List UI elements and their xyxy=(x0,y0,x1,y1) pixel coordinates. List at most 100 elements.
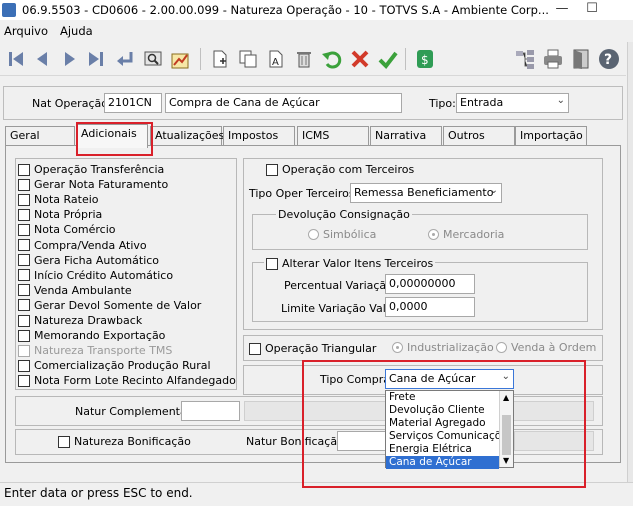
flag-label: Início Crédito Automático xyxy=(34,268,174,282)
checkbox[interactable] xyxy=(18,254,30,267)
confirm-icon[interactable] xyxy=(376,47,400,71)
radio-button[interactable] xyxy=(308,229,319,240)
tab-atualizacoes[interactable]: Atualizações xyxy=(150,126,224,145)
app-icon xyxy=(2,3,16,17)
search-icon[interactable] xyxy=(141,47,165,71)
copy-record-icon[interactable] xyxy=(236,47,260,71)
nat-operacao-code-field[interactable]: 2101CN xyxy=(104,93,162,113)
percentual-variacao-field[interactable]: 0,00000000 xyxy=(385,274,475,294)
percentual-variacao-label: Percentual Variação: xyxy=(284,279,397,292)
radio-button[interactable] xyxy=(496,342,507,353)
nat-operacao-desc-field[interactable]: Compra de Cana de Açúcar xyxy=(165,93,402,113)
last-record-icon[interactable] xyxy=(84,47,108,71)
checkbox[interactable] xyxy=(18,208,30,221)
flag-check-13[interactable]: Comercialização Produção Rural xyxy=(18,358,211,373)
flag-label: Gerar Nota Faturamento xyxy=(34,178,169,192)
natur-complementar-field[interactable] xyxy=(181,401,240,421)
tab-importacao[interactable]: Importação xyxy=(515,126,587,145)
operacao-terceiros-check[interactable]: Operação com Terceiros xyxy=(266,162,414,177)
delete-icon[interactable] xyxy=(292,47,316,71)
radio-button[interactable] xyxy=(428,229,439,240)
svg-text:$: $ xyxy=(421,53,429,67)
toolbar: A $ ? xyxy=(0,42,626,76)
checkbox[interactable] xyxy=(18,239,30,251)
right-scrollbar[interactable] xyxy=(627,42,633,482)
first-record-icon[interactable] xyxy=(4,47,28,71)
radio-industrializacao[interactable]: Industrialização xyxy=(392,341,494,354)
checkbox[interactable] xyxy=(18,223,30,236)
flag-check-4[interactable]: Nota Comércio xyxy=(18,222,116,237)
highlight-compra-box xyxy=(302,360,586,488)
previous-record-icon[interactable] xyxy=(30,47,54,71)
menu-ajuda[interactable]: Ajuda xyxy=(60,24,93,38)
flag-check-5[interactable]: Compra/Venda Ativo xyxy=(18,238,147,253)
flag-check-9[interactable]: Gerar Devol Somente de Valor xyxy=(18,298,201,313)
checkbox[interactable] xyxy=(18,163,30,176)
alterar-valor-check[interactable]: Alterar Valor Itens Terceiros xyxy=(264,256,436,271)
checkbox xyxy=(18,344,30,357)
tipo-select[interactable]: Entrada ⌄ xyxy=(456,93,569,113)
checkbox[interactable] xyxy=(18,314,30,327)
minimize-button[interactable]: — xyxy=(547,0,577,20)
operacao-triangular-label: Operação Triangular xyxy=(265,342,377,355)
exit-icon[interactable] xyxy=(569,47,593,71)
flag-check-1[interactable]: Gerar Nota Faturamento xyxy=(18,177,168,192)
flag-label: Operação Transferência xyxy=(34,163,165,176)
checkbox[interactable] xyxy=(18,193,30,206)
cancel-icon[interactable] xyxy=(348,47,372,71)
flag-check-8[interactable]: Venda Ambulante xyxy=(18,283,132,298)
new-record-icon[interactable] xyxy=(208,47,232,71)
flag-label: Natureza Drawback xyxy=(34,314,143,327)
checkbox[interactable] xyxy=(266,163,278,176)
tab-outros[interactable]: Outros xyxy=(443,126,515,145)
next-record-icon[interactable] xyxy=(58,47,82,71)
flag-check-3[interactable]: Nota Própria xyxy=(18,207,102,222)
flag-check-7[interactable]: Início Crédito Automático xyxy=(18,268,173,283)
natureza-bonificacao-check[interactable]: Natureza Bonificação xyxy=(58,434,191,449)
limite-variacao-field[interactable]: 0,0000 xyxy=(385,297,475,317)
maximize-button[interactable]: ☐ xyxy=(577,0,607,20)
checkbox[interactable] xyxy=(18,299,30,312)
radio-venda-ordem[interactable]: Venda à Ordem xyxy=(496,341,596,354)
radio-industrializacao-label: Industrialização xyxy=(407,341,494,354)
svg-text:A: A xyxy=(272,57,279,68)
goto-icon[interactable] xyxy=(112,47,136,71)
checkbox[interactable] xyxy=(18,269,30,282)
operacao-triangular-check[interactable]: Operação Triangular xyxy=(249,341,376,356)
tab-narrativa[interactable]: Narrativa xyxy=(370,126,442,145)
tree-icon[interactable] xyxy=(513,47,537,71)
radio-mercadoria[interactable]: Mercadoria xyxy=(428,228,504,241)
radio-simbolica[interactable]: Simbólica xyxy=(308,228,376,241)
currency-icon[interactable]: $ xyxy=(413,47,437,71)
radio-button[interactable] xyxy=(392,342,403,353)
checkbox[interactable] xyxy=(266,257,278,270)
chart-icon[interactable] xyxy=(169,47,193,71)
tab-impostos[interactable]: Impostos xyxy=(223,126,295,145)
flag-check-12: Natureza Transporte TMS xyxy=(18,343,172,358)
flag-check-6[interactable]: Gera Ficha Automático xyxy=(18,253,159,268)
checkbox[interactable] xyxy=(58,435,70,448)
tipo-oper-terceiros-select[interactable]: Remessa Beneficiamento ⌄ xyxy=(350,183,502,203)
svg-text:?: ? xyxy=(604,52,612,68)
flag-check-0[interactable]: Operação Transferência xyxy=(18,162,164,177)
status-text: Enter data or press ESC to end. xyxy=(4,486,193,500)
edit-text-icon[interactable]: A xyxy=(264,47,288,71)
flag-check-10[interactable]: Natureza Drawback xyxy=(18,313,142,328)
flag-check-14[interactable]: Nota Form Lote Recinto Alfandegado xyxy=(18,373,236,388)
flag-check-11[interactable]: Memorando Exportação xyxy=(18,328,165,343)
checkbox[interactable] xyxy=(18,329,30,342)
menu-arquivo[interactable]: Arquivo xyxy=(4,24,48,38)
title-bar: 06.9.5503 - CD0606 - 2.00.00.099 - Natur… xyxy=(0,0,633,20)
tab-icms[interactable]: ICMS xyxy=(297,126,369,145)
help-icon[interactable]: ? xyxy=(597,47,621,71)
undo-icon[interactable] xyxy=(320,47,344,71)
radio-mercadoria-label: Mercadoria xyxy=(443,228,505,241)
checkbox[interactable] xyxy=(18,284,30,297)
print-icon[interactable] xyxy=(541,47,565,71)
checkbox[interactable] xyxy=(18,374,30,387)
flag-check-2[interactable]: Nota Rateio xyxy=(18,192,99,207)
checkbox[interactable] xyxy=(18,178,30,191)
checkbox[interactable] xyxy=(18,359,30,372)
tab-geral[interactable]: Geral xyxy=(5,126,75,145)
checkbox[interactable] xyxy=(249,342,261,355)
